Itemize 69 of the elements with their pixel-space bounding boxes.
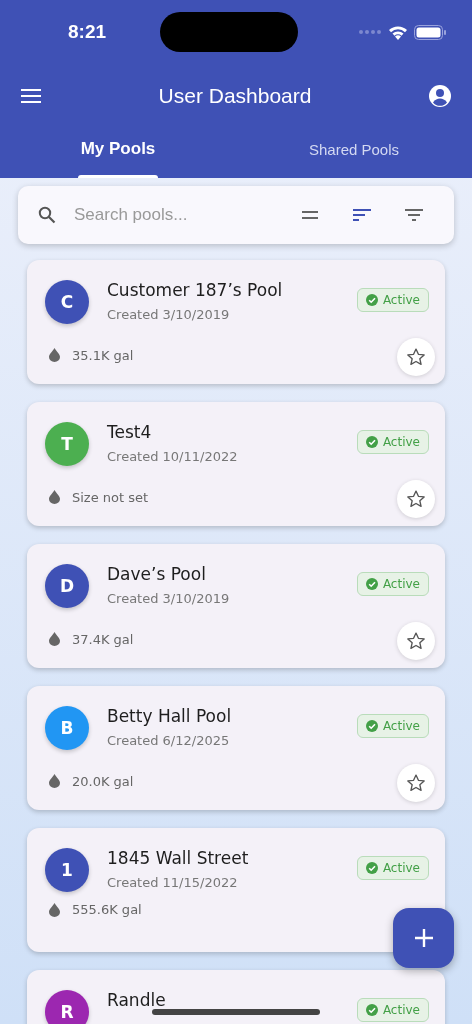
pool-card[interactable]: 1 1845 Wall Street Created 11/15/2022 Active 555.6K gal [27,828,445,952]
check-icon [365,294,378,306]
pool-card[interactable]: R Randle Active [27,970,445,1024]
star-icon [406,631,426,651]
sort-icon [353,209,371,221]
favorite-button[interactable] [397,622,435,660]
cellular-signal-icon [358,29,382,35]
created-date: Created 11/15/2022 [107,875,239,890]
pool-volume: 555.6K gal [72,902,143,917]
check-icon [365,862,378,874]
account-icon [428,84,452,108]
status-text: Active [382,1003,420,1017]
pool-volume: 35.1K gal [72,347,135,363]
pool-card[interactable]: D Dave’s Pool Created 3/10/2019 Active 37.4K gal [27,544,445,668]
filter-icon [405,209,423,221]
search-field[interactable]: Search pools... [64,205,280,225]
pool-name: Test4 [107,422,153,442]
pool-card[interactable]: B Betty Hall Pool Created 6/12/2025 Active 20.0K gal [27,686,445,810]
pool-name: Randle [107,990,167,1010]
star-icon [406,347,426,367]
created-date: Created 3/10/2019 [107,591,231,606]
created-date: Created 10/11/2022 [107,449,239,464]
check-icon [365,436,378,448]
star-icon [406,773,426,793]
status-text: Active [382,577,420,591]
check-icon [365,578,378,590]
water-drop-icon [49,490,60,504]
avatar: 1 [45,848,89,892]
tab[interactable]: My Pools [0,128,236,178]
battery-icon [414,24,446,40]
status-time: 8:21 [68,21,107,43]
pool-name: Betty Hall Pool [107,706,233,726]
water-drop-icon [49,902,60,917]
tab[interactable]: Shared Pools [236,128,472,178]
pool-name: 1845 Wall Street [107,848,250,868]
add-button[interactable] [393,908,454,968]
wifi-icon [388,24,408,40]
status-text: Active [382,293,420,307]
star-icon [406,489,426,509]
check-icon [365,1004,378,1016]
water-drop-icon [49,774,60,788]
pool-name: Dave’s Pool [107,564,207,584]
pool-volume: 20.0K gal [72,773,135,789]
page-title: User Dashboard [157,84,313,108]
avatar: C [45,280,89,324]
avatar: R [45,990,89,1024]
avatar: B [45,706,89,750]
avatar: T [45,422,89,466]
created-date: Created 6/12/2025 [107,733,231,748]
favorite-button[interactable] [397,338,435,376]
status-text: Active [382,719,420,733]
water-drop-icon [49,348,60,362]
favorite-button[interactable] [397,764,435,802]
menu-icon [20,88,42,104]
favorite-button[interactable] [397,480,435,518]
water-drop-icon [49,632,60,646]
search-icon [38,206,56,224]
status-text: Active [382,435,420,449]
avatar: D [45,564,89,608]
pool-volume: 37.4K gal [72,631,135,647]
plus-icon [414,929,433,947]
pool-card[interactable]: C Customer 187’s Pool Created 3/10/2019 Active 35.1K gal [27,260,445,384]
pool-name: Customer 187’s Pool [107,280,284,300]
equals-icon [302,211,318,219]
status-text: Active [382,861,420,875]
check-icon [365,720,378,732]
created-date: Created 3/10/2019 [107,307,231,322]
pool-card[interactable]: T Test4 Created 10/11/2022 Active Size not set [27,402,445,526]
pool-volume: Size not set [72,489,150,505]
